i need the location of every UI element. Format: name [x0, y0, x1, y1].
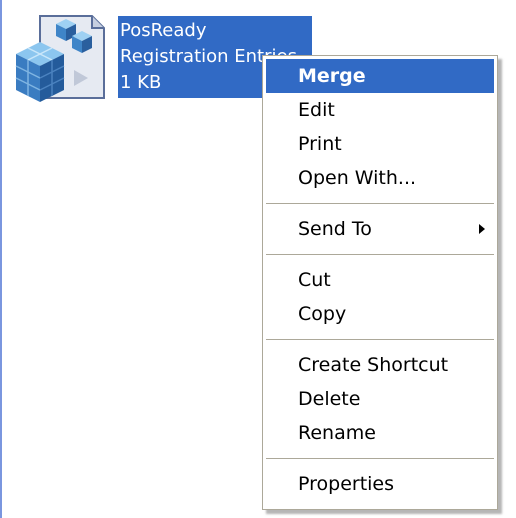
- menu-item-merge[interactable]: Merge: [266, 59, 494, 93]
- menu-separator: [266, 458, 494, 459]
- menu-separator: [266, 254, 494, 255]
- context-menu: Merge Edit Print Open With... Send To Cu…: [262, 55, 498, 510]
- registry-file-icon: [10, 14, 106, 104]
- menu-item-send-to-label: Send To: [298, 218, 372, 240]
- menu-item-delete[interactable]: Delete: [263, 382, 497, 416]
- window-edge: [0, 0, 2, 518]
- menu-item-send-to[interactable]: Send To: [263, 212, 497, 246]
- menu-item-edit[interactable]: Edit: [263, 93, 497, 127]
- menu-item-properties[interactable]: Properties: [263, 467, 497, 501]
- desktop: PosReady Registration Entries 1 KB Merge…: [0, 0, 516, 518]
- file-name: PosReady: [120, 20, 207, 41]
- menu-item-create-shortcut[interactable]: Create Shortcut: [263, 348, 497, 382]
- menu-item-print[interactable]: Print: [263, 127, 497, 161]
- menu-item-cut[interactable]: Cut: [263, 263, 497, 297]
- menu-separator: [266, 339, 494, 340]
- chevron-right-icon: [479, 224, 485, 234]
- menu-separator: [266, 203, 494, 204]
- menu-item-open-with[interactable]: Open With...: [263, 161, 497, 195]
- menu-item-rename[interactable]: Rename: [263, 416, 497, 450]
- menu-item-copy[interactable]: Copy: [263, 297, 497, 331]
